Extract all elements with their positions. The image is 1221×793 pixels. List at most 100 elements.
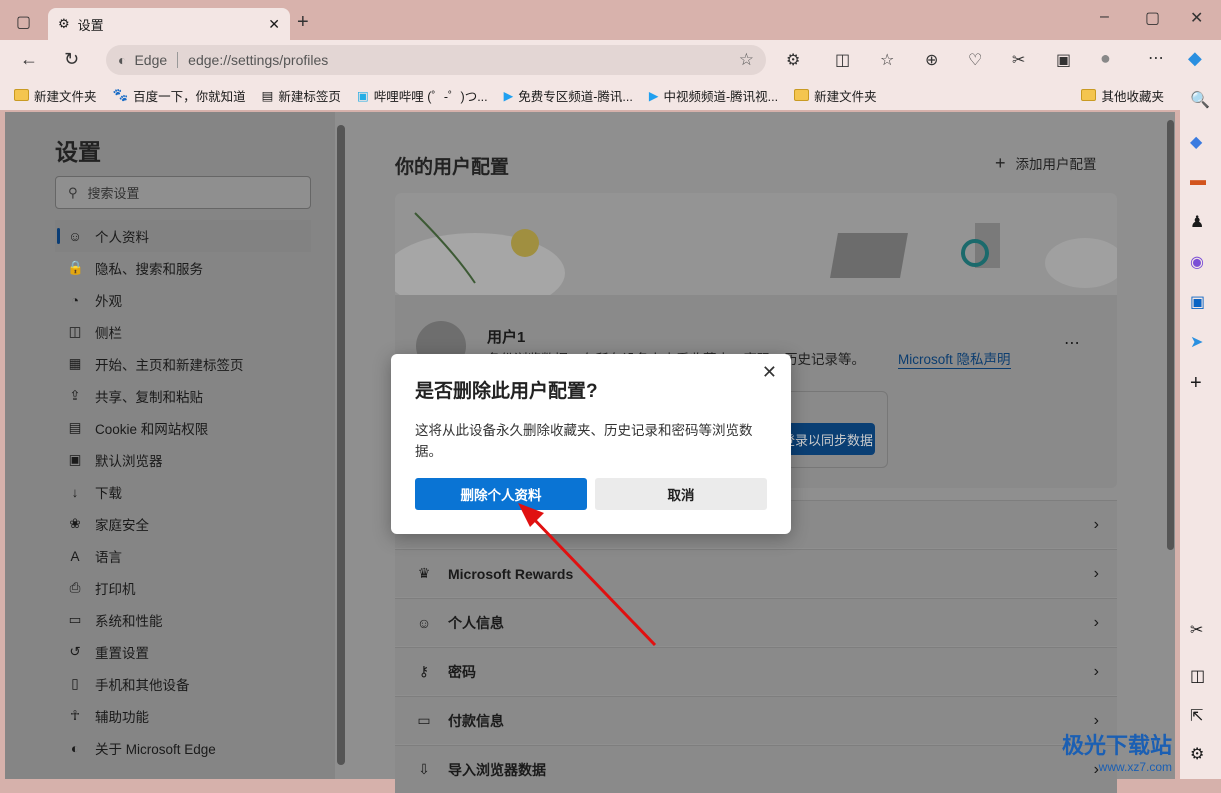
close-window-icon[interactable]: ✕ (1190, 8, 1203, 28)
collections-icon[interactable]: ⊕ (925, 50, 938, 70)
sidebar-item-label: 默认浏览器 (95, 454, 163, 469)
folder-icon (14, 89, 29, 101)
close-tab-icon[interactable]: ✕ (268, 16, 280, 33)
address-brand: Edge (134, 52, 168, 68)
bookmark-item[interactable]: 🐾 百度一下，你就知道 (113, 86, 246, 105)
family-icon: ❀ (69, 516, 81, 531)
outlook-icon[interactable]: ▣ (1190, 292, 1205, 312)
edge-icon: ◐ (70, 740, 80, 756)
sidebar-item-sidebar[interactable]: ◫ 侧栏 (55, 316, 311, 348)
maximize-icon[interactable]: ▢ (1145, 8, 1160, 28)
sign-in-sync-button[interactable]: 登录以同步数据 (780, 423, 875, 455)
privacy-link[interactable]: Microsoft 隐私声明 (898, 348, 1011, 369)
scrollbar[interactable] (1167, 120, 1174, 550)
sidebar-item-share[interactable]: ⇪ 共享、复制和粘贴 (55, 380, 311, 412)
sidebar-item-printer[interactable]: ⎙ 打印机 (55, 572, 311, 604)
more-options-icon[interactable]: ⋯ (1064, 333, 1080, 353)
settings-row[interactable]: ♛ Microsoft Rewards › (395, 549, 1117, 597)
bookmarks-bar: 新建文件夹 🐾 百度一下，你就知道 ▤ 新建标签页 ▣ 哔哩哔哩 (゜-゜)つ... … (0, 80, 1180, 110)
row-label: 密码 (448, 663, 476, 680)
bookmark-item[interactable]: ▣ 哔哩哔哩 (゜-゜)つ... (357, 86, 488, 105)
favorite-star-icon[interactable]: ☆ (739, 50, 754, 70)
minimize-icon[interactable]: – (1100, 8, 1109, 26)
browser-icon: ▣ (68, 452, 82, 467)
add-profile-button[interactable]: + 添加用户配置 (995, 153, 1097, 174)
sidebar-item-profile[interactable]: ☺ 个人资料 (55, 220, 311, 252)
favorites-icon[interactable]: ☆ (880, 50, 894, 70)
row-label: 个人信息 (448, 614, 504, 631)
bookmark-item[interactable]: 新建文件夹 (794, 86, 877, 105)
settings-row[interactable]: ▭ 付款信息 › (395, 696, 1117, 744)
settings-row[interactable]: ⇩ 导入浏览器数据 › (395, 745, 1117, 793)
sidebar-item-label: 重置设置 (95, 646, 149, 661)
bookmark-item[interactable]: ▶ 免费专区频道-腾讯... (504, 86, 633, 105)
sidebar-item-language[interactable]: A 语言 (55, 540, 311, 572)
external-link-icon[interactable]: ⇱ (1190, 706, 1203, 726)
sidebar-item-label: 开始、主页和新建标签页 (95, 358, 244, 373)
tab-settings[interactable]: ⚙ 设置 ✕ (48, 8, 290, 40)
split-screen-icon[interactable]: ◫ (835, 50, 850, 70)
sidebar-item-palette[interactable]: ◔ 外观 (55, 284, 311, 316)
sidebar-toggle-icon[interactable]: ◫ (1190, 666, 1205, 686)
search-icon[interactable]: 🔍 (1190, 90, 1210, 110)
sidebar-item-edge[interactable]: ◐ 关于 Microsoft Edge (55, 732, 311, 764)
search-icon: ⚲ (68, 184, 78, 200)
sidebar-item-laptop[interactable]: ▭ 系统和性能 (55, 604, 311, 636)
back-icon[interactable]: ← (20, 49, 38, 70)
sidebar-item-reset[interactable]: ↺ 重置设置 (55, 636, 311, 668)
screenshot-icon[interactable]: ✂ (1012, 50, 1025, 70)
bookmark-label: 新建文件夹 (814, 89, 877, 104)
sidebar-item-download[interactable]: ↓ 下载 (55, 476, 311, 508)
tab-actions-icon[interactable]: ▢ (16, 12, 31, 32)
edge-icon: ◐ (118, 52, 127, 68)
app-icon[interactable]: ▣ (1056, 50, 1071, 70)
add-icon[interactable]: + (1190, 372, 1202, 395)
shopping-tag-icon[interactable]: ◆ (1190, 132, 1202, 152)
settings-row[interactable]: ⚷ 密码 › (395, 647, 1117, 695)
key-icon: ⚷ (418, 663, 430, 679)
bookmark-label: 免费专区频道-腾讯... (518, 89, 633, 104)
microsoft365-icon[interactable]: ◉ (1190, 252, 1204, 272)
baidu-icon: 🐾 (112, 87, 129, 102)
sidebar-item-accessibility[interactable]: ☥ 辅助功能 (55, 700, 311, 732)
more-icon[interactable]: ⋯ (1148, 48, 1164, 68)
games-icon[interactable]: ♟ (1190, 212, 1204, 232)
sidebar-item-label: Cookie 和网站权限 (95, 422, 209, 437)
profile-avatar-icon[interactable]: ● (1100, 48, 1111, 69)
screenshot-icon[interactable]: ✂ (1190, 620, 1203, 640)
sidebar-item-browser[interactable]: ▣ 默认浏览器 (55, 444, 311, 476)
sidebar-item-label: 共享、复制和粘贴 (95, 390, 203, 405)
close-icon[interactable]: ✕ (762, 362, 777, 383)
cancel-button[interactable]: 取消 (595, 478, 767, 510)
delete-profile-button[interactable]: 删除个人资料 (415, 478, 587, 510)
sidebar-item-phone[interactable]: ▯ 手机和其他设备 (55, 668, 311, 700)
chevron-right-icon: › (1093, 564, 1099, 582)
copilot-icon[interactable]: ◆ (1188, 48, 1202, 69)
bookmark-item[interactable]: ▤ 新建标签页 (262, 86, 341, 105)
sidebar-item-home[interactable]: ▦ 开始、主页和新建标签页 (55, 348, 311, 380)
refresh-icon[interactable]: ↻ (64, 49, 79, 70)
browser-essentials-icon[interactable]: ♡ (968, 50, 982, 70)
bookmark-label: 百度一下，你就知道 (133, 89, 246, 104)
other-bookmarks[interactable]: 其他收藏夹 (1081, 86, 1164, 105)
chevron-right-icon: › (1093, 613, 1099, 631)
tools-icon[interactable]: ▬ (1190, 172, 1206, 190)
sidebar-item-cookie[interactable]: ▤ Cookie 和网站权限 (55, 412, 311, 444)
bookmark-item[interactable]: 新建文件夹 (14, 86, 97, 105)
sidebar-item-lock[interactable]: 🔒 隐私、搜索和服务 (55, 252, 311, 284)
url-text[interactable]: edge://settings/profiles (188, 52, 328, 68)
extensions-icon[interactable]: ⚙ (786, 50, 800, 70)
trophy-icon: ♛ (417, 565, 431, 581)
sidebar-item-label: 手机和其他设备 (95, 678, 190, 693)
sidebar-item-family[interactable]: ❀ 家庭安全 (55, 508, 311, 540)
settings-row[interactable]: ☺ 个人信息 › (395, 598, 1117, 646)
folder-icon (1081, 89, 1097, 101)
search-settings-input[interactable]: ⚲ 搜索设置 (55, 176, 311, 209)
bookmark-item[interactable]: ▶ 中视频频道-腾讯视... (649, 86, 778, 105)
watermark-logo: 极光下载站 www.xz7.com (1062, 728, 1172, 774)
send-icon[interactable]: ➤ (1190, 332, 1203, 352)
panel-splitter[interactable] (337, 125, 345, 765)
settings-gear-icon[interactable]: ⚙ (1190, 744, 1204, 764)
address-bar[interactable]: ◐ Edge edge://settings/profiles ☆ (106, 45, 766, 75)
new-tab-icon[interactable]: + (297, 11, 309, 34)
